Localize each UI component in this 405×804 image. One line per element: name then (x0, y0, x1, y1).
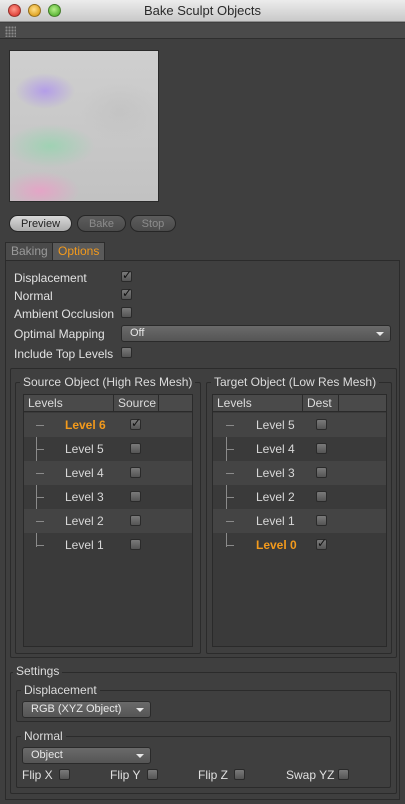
level-label: Level 2 (256, 490, 295, 504)
include-top-levels-checkbox[interactable] (121, 347, 132, 358)
optimal-mapping-label: Optimal Mapping (14, 327, 105, 341)
target-row-level-2[interactable]: Level 2 (213, 485, 386, 509)
level-label: Level 4 (65, 466, 104, 480)
ambient-occlusion-label: Ambient Occlusion (14, 307, 115, 321)
level-label: Level 1 (256, 514, 295, 528)
chevron-down-icon (376, 332, 384, 336)
level-label: Level 6 (65, 418, 106, 432)
minimize-window-icon[interactable] (28, 4, 41, 17)
normal-label: Normal (14, 289, 53, 303)
level-label: Level 1 (65, 538, 104, 552)
include-top-levels-label: Include Top Levels (14, 347, 114, 361)
displacement-label: Displacement (14, 271, 87, 285)
level-label: Level 4 (256, 442, 295, 456)
dest-column-header[interactable]: Dest (303, 395, 339, 412)
dest-checkbox[interactable] (316, 536, 327, 550)
chevron-down-icon (136, 708, 144, 712)
dest-checkbox[interactable] (316, 491, 327, 502)
bake-button[interactable]: Bake (77, 215, 126, 232)
levels-column-header[interactable]: Levels (24, 395, 114, 412)
target-row-level-3[interactable]: Level 3 (213, 461, 386, 485)
source-checkbox[interactable] (130, 539, 141, 550)
flip-y-checkbox[interactable] (147, 769, 158, 780)
optimal-mapping-value: Off (130, 327, 145, 339)
tab-options[interactable]: Options (52, 242, 106, 260)
level-label: Level 2 (65, 514, 104, 528)
source-checkbox[interactable] (130, 467, 141, 478)
source-row-level-6[interactable]: Level 6 (24, 413, 192, 437)
tab-baking[interactable]: Baking (5, 242, 54, 260)
dest-checkbox[interactable] (316, 443, 327, 454)
dest-checkbox[interactable] (316, 515, 327, 526)
normal-checkbox[interactable] (121, 286, 132, 300)
toolbar-grip-bar (0, 23, 405, 39)
source-row-level-3[interactable]: Level 3 (24, 485, 192, 509)
optimal-mapping-dropdown[interactable]: Off (121, 325, 391, 342)
target-row-level-1[interactable]: Level 1 (213, 509, 386, 533)
target-levels-list: Levels Dest Level 5 Level 4 Level 3 Leve… (212, 394, 387, 647)
target-row-level-5[interactable]: Level 5 (213, 413, 386, 437)
window-title: Bake Sculpt Objects (143, 3, 262, 18)
source-levels-list: Levels Source Level 6 Level 5 Level 4 Le… (23, 394, 193, 647)
swap-yz-checkbox[interactable] (338, 769, 349, 780)
source-checkbox[interactable] (130, 491, 141, 502)
source-checkbox[interactable] (130, 515, 141, 526)
source-object-title: Source Object (High Res Mesh) (20, 375, 196, 389)
normal-mode-value: Object (31, 749, 63, 761)
level-label: Level 5 (65, 442, 104, 456)
level-label: Level 3 (256, 466, 295, 480)
dest-checkbox[interactable] (316, 467, 327, 478)
flip-x-label: Flip X (22, 768, 53, 782)
flip-y-label: Flip Y (110, 768, 141, 782)
grip-icon[interactable] (5, 26, 16, 37)
preview-button[interactable]: Preview (9, 215, 72, 232)
source-row-level-1[interactable]: Level 1 (24, 533, 192, 557)
settings-title: Settings (13, 664, 63, 678)
title-bar: Bake Sculpt Objects (0, 0, 405, 22)
flip-z-checkbox[interactable] (234, 769, 245, 780)
source-list-header: Levels Source (24, 395, 192, 412)
source-column-header[interactable]: Source (114, 395, 159, 412)
normal-settings-title: Normal (21, 729, 66, 743)
swap-yz-label: Swap YZ (286, 768, 335, 782)
levels-column-header[interactable]: Levels (213, 395, 303, 412)
level-label: Level 0 (256, 538, 297, 552)
flip-z-label: Flip Z (198, 768, 228, 782)
bake-preview-image (9, 50, 159, 202)
zoom-window-icon[interactable] (48, 4, 61, 17)
displacement-mode-value: RGB (XYZ Object) (31, 703, 122, 715)
source-row-level-2[interactable]: Level 2 (24, 509, 192, 533)
target-row-level-4[interactable]: Level 4 (213, 437, 386, 461)
displacement-mode-dropdown[interactable]: RGB (XYZ Object) (22, 701, 151, 718)
stop-button[interactable]: Stop (130, 215, 176, 232)
displacement-checkbox[interactable] (121, 268, 132, 282)
normal-mode-dropdown[interactable]: Object (22, 747, 151, 764)
source-checkbox[interactable] (130, 443, 141, 454)
close-window-icon[interactable] (8, 4, 21, 17)
target-object-title: Target Object (Low Res Mesh) (211, 375, 380, 389)
source-row-level-4[interactable]: Level 4 (24, 461, 192, 485)
displacement-settings-title: Displacement (21, 683, 100, 697)
ambient-occlusion-checkbox[interactable] (121, 307, 132, 318)
flip-x-checkbox[interactable] (59, 769, 70, 780)
target-list-header: Levels Dest (213, 395, 386, 412)
level-label: Level 5 (256, 418, 295, 432)
dest-checkbox[interactable] (316, 419, 327, 430)
source-checkbox[interactable] (130, 416, 141, 430)
source-row-level-5[interactable]: Level 5 (24, 437, 192, 461)
target-row-level-0[interactable]: Level 0 (213, 533, 386, 557)
level-label: Level 3 (65, 490, 104, 504)
chevron-down-icon (136, 754, 144, 758)
